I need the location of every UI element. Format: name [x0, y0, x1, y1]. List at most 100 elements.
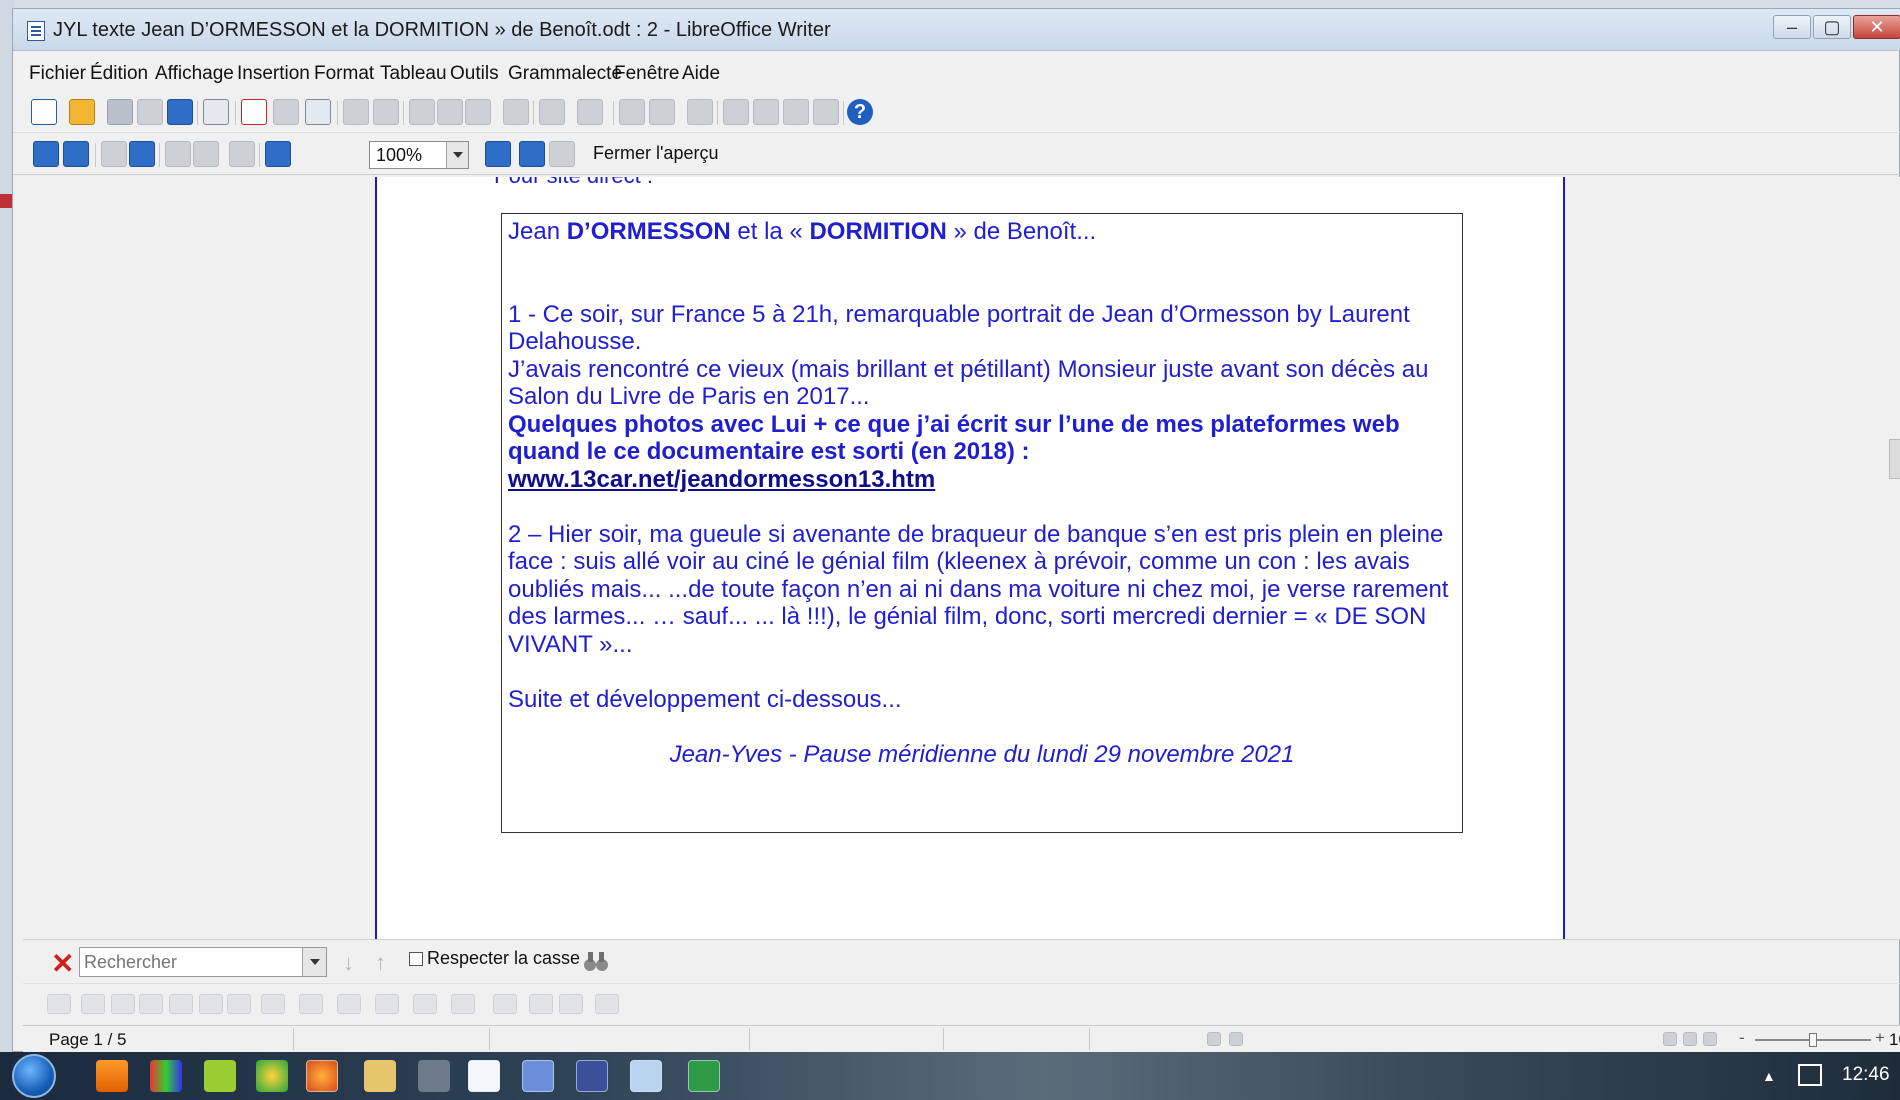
new-document-icon[interactable] — [31, 99, 57, 125]
show-hidden-icons-button[interactable]: ▲ — [1762, 1068, 1776, 1084]
print-preview-print-icon[interactable] — [549, 141, 575, 167]
print-preview-icon[interactable] — [305, 99, 331, 125]
app-green-icon[interactable] — [204, 1060, 236, 1092]
network-icon[interactable] — [1798, 1064, 1822, 1086]
menu-affichage[interactable]: Affichage — [155, 63, 234, 85]
show-draw-functions-icon[interactable] — [687, 99, 713, 125]
zoom-out-button[interactable]: - — [1739, 1028, 1745, 1048]
libreoffice-writer-taskbar-icon[interactable] — [468, 1060, 500, 1092]
callouts-shapes-icon[interactable] — [413, 994, 437, 1014]
chrome-like-icon[interactable] — [256, 1060, 288, 1092]
clone-formatting-icon[interactable] — [503, 99, 529, 125]
callout-icon[interactable] — [227, 994, 251, 1014]
media-app-icon[interactable] — [418, 1060, 450, 1092]
select-icon[interactable] — [47, 994, 71, 1014]
points-icon[interactable] — [493, 994, 517, 1014]
line-icon[interactable] — [81, 994, 105, 1014]
file-explorer-icon[interactable] — [364, 1060, 396, 1092]
last-page-icon[interactable] — [129, 141, 155, 167]
maximize-button[interactable]: ▢ — [1813, 15, 1851, 39]
multiple-pages-icon[interactable] — [193, 141, 219, 167]
zoom-percentage[interactable]: 100 — [1889, 1030, 1900, 1050]
close-preview-button[interactable]: Fermer l'aperçu — [593, 143, 718, 164]
save-as-icon[interactable] — [167, 99, 193, 125]
email-icon[interactable] — [137, 99, 163, 125]
freeform-line-icon[interactable] — [169, 994, 193, 1014]
stars-icon[interactable] — [451, 994, 475, 1014]
save-icon[interactable] — [107, 99, 133, 125]
two-pages-icon[interactable] — [165, 141, 191, 167]
selection-mode-icon[interactable] — [1207, 1032, 1221, 1046]
edit-mode-icon[interactable] — [203, 99, 229, 125]
zoom-combobox[interactable]: 100% — [369, 141, 469, 169]
gallery-icon[interactable] — [753, 99, 779, 125]
table-icon[interactable] — [649, 99, 675, 125]
book-preview-icon[interactable] — [229, 141, 255, 167]
hyperlink-icon[interactable] — [619, 99, 645, 125]
zoom-in-button[interactable]: + — [1875, 1028, 1885, 1048]
book-view-icon[interactable] — [1703, 1032, 1717, 1046]
previous-page-icon[interactable] — [33, 141, 59, 167]
cut-icon[interactable] — [409, 99, 435, 125]
close-window-button[interactable]: ✕ — [1853, 15, 1900, 39]
data-sources-icon[interactable] — [783, 99, 809, 125]
menu-edition[interactable]: Édition — [90, 63, 148, 85]
scrollbar-handle[interactable] — [1889, 439, 1900, 479]
app-notes-icon[interactable] — [630, 1060, 662, 1092]
extrusion-icon[interactable] — [595, 994, 619, 1014]
symbol-shapes-icon[interactable] — [299, 994, 323, 1014]
app-shield-icon[interactable] — [576, 1060, 608, 1092]
flowchart-icon[interactable] — [375, 994, 399, 1014]
spellcheck-icon[interactable] — [343, 99, 369, 125]
help-icon[interactable]: ? — [847, 99, 873, 125]
menu-tableau[interactable]: Tableau — [380, 63, 447, 85]
close-find-icon[interactable]: ✕ — [51, 947, 74, 980]
chevron-down-icon[interactable] — [446, 142, 468, 168]
windows-start-icon[interactable] — [12, 1054, 56, 1098]
open-folder-icon[interactable] — [69, 99, 95, 125]
menu-outils[interactable]: Outils — [450, 63, 499, 85]
text-box-icon[interactable] — [199, 994, 223, 1014]
writer-document-icon[interactable] — [27, 21, 45, 41]
from-file-icon[interactable] — [559, 994, 583, 1014]
document-view[interactable]: Pour site direct : Jean D’ORMESSON et la… — [23, 177, 1900, 939]
single-page-view-icon[interactable] — [1663, 1032, 1677, 1046]
print-icon[interactable] — [273, 99, 299, 125]
menu-fichier[interactable]: Fichier — [29, 63, 86, 85]
find-previous-icon[interactable]: ↑ — [375, 950, 386, 976]
block-arrows-icon[interactable] — [337, 994, 361, 1014]
formatting-marks-icon[interactable] — [813, 99, 839, 125]
app-circle-icon[interactable] — [522, 1060, 554, 1092]
menu-format[interactable]: Format — [314, 63, 374, 85]
menu-fenetre[interactable]: Fenêtre — [614, 63, 679, 85]
zoom-in-icon[interactable] — [265, 141, 291, 167]
zoom-slider-handle[interactable] — [1809, 1033, 1817, 1047]
website-link[interactable]: www.13car.net/jeandormesson13.htm — [508, 466, 935, 493]
copy-icon[interactable] — [437, 99, 463, 125]
rectangle-icon[interactable] — [111, 994, 135, 1014]
basic-shapes-icon[interactable] — [261, 994, 285, 1014]
autospellcheck-icon[interactable] — [373, 99, 399, 125]
match-case-checkbox[interactable] — [409, 952, 423, 966]
title-bar[interactable]: JYL texte Jean D’ORMESSON et la DORMITIO… — [13, 9, 1900, 51]
multi-page-view-icon[interactable] — [1683, 1032, 1697, 1046]
menu-aide[interactable]: Aide — [682, 63, 720, 85]
menu-grammalecte[interactable]: Grammalecte — [508, 63, 622, 85]
first-page-icon[interactable] — [101, 141, 127, 167]
export-pdf-icon[interactable] — [241, 99, 267, 125]
menu-insertion[interactable]: Insertion — [237, 63, 310, 85]
navigator-icon[interactable] — [723, 99, 749, 125]
binoculars-icon[interactable] — [583, 948, 609, 974]
find-next-icon[interactable]: ↓ — [343, 950, 354, 976]
page-count[interactable]: Page 1 / 5 — [49, 1030, 127, 1050]
search-input[interactable] — [80, 948, 302, 976]
fontwork-icon[interactable] — [529, 994, 553, 1014]
vlc-icon[interactable] — [96, 1060, 128, 1092]
firefox-icon[interactable] — [306, 1060, 338, 1092]
ellipse-icon[interactable] — [139, 994, 163, 1014]
minimize-button[interactable]: – — [1773, 15, 1811, 39]
paste-icon[interactable] — [465, 99, 491, 125]
search-combobox[interactable] — [79, 947, 327, 977]
taskbar-clock[interactable]: 12:46 — [1842, 1064, 1890, 1086]
undo-icon[interactable] — [539, 99, 565, 125]
